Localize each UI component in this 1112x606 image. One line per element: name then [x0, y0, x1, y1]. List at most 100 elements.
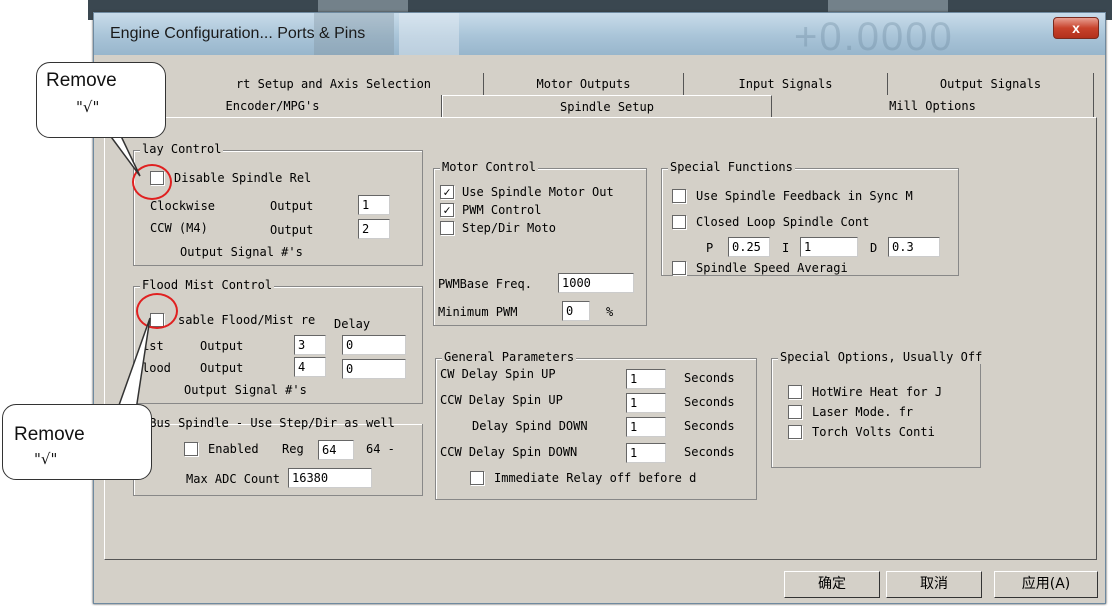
highlight-ring-relay — [132, 164, 172, 200]
special-options-group: Special Options, Usually Off HotWire Hea… — [771, 350, 985, 468]
cw-output-field[interactable]: 1 — [358, 195, 390, 215]
spindle-feedback-label: Use Spindle Feedback in Sync M — [696, 189, 913, 203]
pwm-control-checkbox[interactable]: ✓ — [440, 203, 454, 217]
callout-text: Remove — [46, 70, 117, 91]
laser-mode-label: Laser Mode. fr — [812, 405, 914, 419]
hotwire-checkbox[interactable] — [788, 385, 802, 399]
title-bar-shade — [399, 13, 459, 55]
clockwise-label: Clockwise — [150, 199, 216, 213]
mist-output-label: Output — [200, 339, 244, 353]
checkmark-symbol: "√" — [34, 450, 58, 468]
ccw-spin-down-unit: Seconds — [684, 445, 735, 459]
general-parameters-legend: General Parameters — [442, 350, 577, 364]
disable-spindle-relay-label: Disable Spindle Rel — [174, 171, 312, 185]
modbus-reg-field[interactable]: 64 — [318, 440, 354, 460]
tab-mill-options[interactable]: Mill Options — [772, 95, 1094, 117]
closed-loop-label: Closed Loop Spindle Cont — [696, 215, 870, 229]
disable-flood-mist-label: sable Flood/Mist re — [178, 313, 316, 327]
cw-spin-up-unit: Seconds — [684, 371, 735, 385]
ccw-spin-down-label: CCW Delay Spin DOWN — [440, 445, 578, 459]
highlight-ring-flood — [136, 293, 178, 329]
cw-output-label: Output — [270, 199, 314, 213]
modbus-reg-suffix: 64 - — [366, 442, 395, 456]
cancel-button[interactable]: 取消 — [886, 571, 982, 598]
min-pwm-unit: % — [606, 305, 614, 319]
min-pwm-label: Minimum PWM — [438, 305, 518, 319]
spindle-feedback-checkbox[interactable] — [672, 189, 686, 203]
relay-control-group: lay Control Disable Spindle Rel Clockwis… — [133, 142, 423, 266]
tab-spindle-setup[interactable]: Spindle Setup — [442, 95, 772, 117]
flood-delay-field[interactable]: 0 — [342, 359, 406, 379]
closed-loop-checkbox[interactable] — [672, 215, 686, 229]
flood-output-field[interactable]: 4 — [294, 357, 326, 377]
pwm-base-freq-field[interactable]: 1000 — [558, 273, 634, 293]
modbus-enabled-checkbox[interactable] — [184, 442, 198, 456]
delay-label: Delay — [334, 317, 371, 331]
ccw-output-field[interactable]: 2 — [358, 219, 390, 239]
ccw-spin-up-field[interactable]: 1 — [626, 393, 666, 413]
apply-button[interactable]: 应用(A) — [994, 571, 1098, 598]
checkmark-symbol: "√" — [76, 98, 100, 116]
close-icon: x — [1072, 20, 1080, 36]
cw-spin-up-label: CW Delay Spin UP — [440, 367, 556, 381]
modbus-spindle-group: dBus Spindle - Use Step/Dir as well Enab… — [133, 416, 423, 496]
step-dir-motor-checkbox[interactable] — [440, 221, 454, 235]
speed-averaging-checkbox[interactable] — [672, 261, 686, 275]
mist-label: ist — [142, 339, 164, 353]
i-gain-field[interactable]: 1 — [800, 237, 858, 257]
laser-mode-checkbox[interactable] — [788, 405, 802, 419]
modbus-legend: dBus Spindle - Use Step/Dir as well — [142, 416, 395, 430]
title-bar[interactable]: +0.0000 Engine Configuration... Ports & … — [94, 13, 1105, 59]
immediate-relay-checkbox[interactable] — [470, 471, 484, 485]
tab-motor-outputs[interactable]: Motor Outputs — [484, 73, 684, 95]
i-gain-label: I — [782, 241, 790, 255]
tab-output-signals[interactable]: Output Signals — [888, 73, 1094, 95]
cw-spin-down-field[interactable]: 1 — [626, 417, 666, 437]
remove-callout-bottom: Remove "√" — [2, 404, 152, 480]
background-dro-text: +0.0000 — [794, 15, 954, 59]
relay-control-legend: lay Control — [140, 142, 224, 156]
motor-control-legend: Motor Control — [440, 160, 538, 174]
hotwire-label: HotWire Heat for J — [812, 385, 943, 399]
tab-input-signals[interactable]: Input Signals — [684, 73, 888, 95]
modbus-reg-label: Reg — [282, 442, 304, 456]
ccw-spin-up-unit: Seconds — [684, 395, 735, 409]
max-adc-field[interactable]: 16380 — [288, 468, 372, 488]
remove-callout-top: Remove "√" — [36, 62, 166, 138]
p-gain-label: P — [706, 241, 714, 255]
step-dir-motor-label: Step/Dir Moto — [462, 221, 556, 235]
d-gain-label: D — [870, 241, 878, 255]
use-spindle-motor-label: Use Spindle Motor Out — [462, 185, 614, 199]
p-gain-field[interactable]: 0.25 — [728, 237, 770, 257]
d-gain-field[interactable]: 0.3 — [888, 237, 940, 257]
use-spindle-motor-checkbox[interactable]: ✓ — [440, 185, 454, 199]
modbus-enabled-label: Enabled — [208, 442, 259, 456]
close-button[interactable]: x — [1053, 17, 1099, 39]
cw-spin-down-label: Delay Spind DOWN — [472, 419, 588, 433]
pwm-base-freq-label: PWMBase Freq. — [438, 277, 532, 291]
ccw-output-label: Output — [270, 223, 314, 237]
flood-label: lood — [142, 361, 171, 375]
tab-row-1: rt Setup and Axis Selection Motor Output… — [104, 73, 1097, 95]
window-title: Engine Configuration... Ports & Pins — [110, 25, 366, 42]
immediate-relay-label: Immediate Relay off before d — [494, 471, 697, 485]
flood-signal-label: Output Signal #'s — [184, 383, 307, 397]
spindle-setup-panel: lay Control Disable Spindle Rel Clockwis… — [104, 117, 1097, 560]
general-parameters-group: General Parameters CW Delay Spin UP 1 Se… — [435, 350, 757, 500]
callout-text: Remove — [14, 424, 85, 445]
flood-mist-legend: Flood Mist Control — [140, 278, 275, 292]
torch-volts-checkbox[interactable] — [788, 425, 802, 439]
mist-delay-field[interactable]: 0 — [342, 335, 406, 355]
output-signal-label: Output Signal #'s — [180, 245, 303, 259]
ok-button[interactable]: 确定 — [784, 571, 880, 598]
ccw-spin-up-label: CCW Delay Spin UP — [440, 393, 563, 407]
cw-spin-up-field[interactable]: 1 — [626, 369, 666, 389]
ccw-spin-down-field[interactable]: 1 — [626, 443, 666, 463]
special-functions-legend: Special Functions — [668, 160, 795, 174]
min-pwm-field[interactable]: 0 — [562, 301, 590, 321]
special-options-legend: Special Options, Usually Off — [778, 350, 985, 364]
pwm-control-label: PWM Control — [462, 203, 542, 217]
special-functions-group: Special Functions Use Spindle Feedback i… — [661, 160, 959, 276]
mist-output-field[interactable]: 3 — [294, 335, 326, 355]
ccw-label: CCW (M4) — [150, 221, 208, 235]
